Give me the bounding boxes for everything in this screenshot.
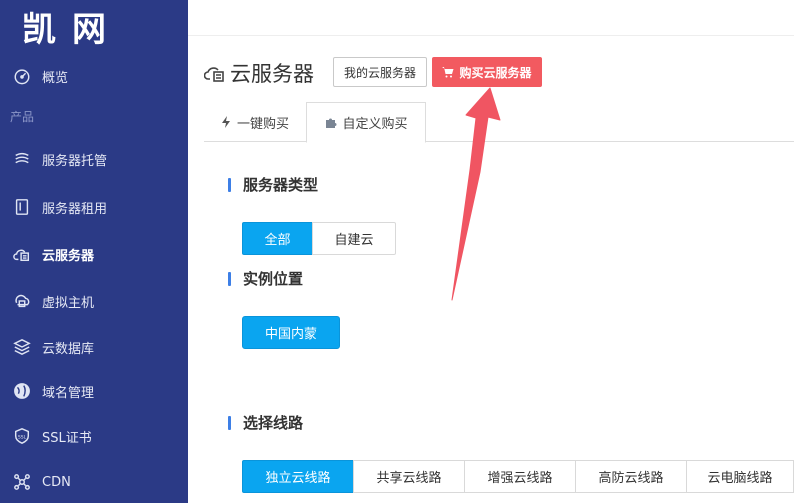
page-header: 云服务器 (204, 58, 314, 88)
option-enhanced-cloud-line[interactable]: 增强云线路 (464, 460, 576, 493)
option-shared-cloud-line[interactable]: 共享云线路 (353, 460, 465, 493)
sidebar-item-overview[interactable]: 概览 (0, 54, 188, 98)
sidebar-item-label: 服务器租用 (42, 201, 108, 217)
cloud-server-icon (204, 67, 224, 82)
option-inner-mongolia[interactable]: 中国内蒙 (242, 316, 340, 349)
sidebar-item-domain[interactable]: 域名管理 (0, 369, 188, 413)
cloud-server-icon (12, 244, 32, 264)
sidebar-item-label: SSL证书 (42, 430, 92, 446)
logo-text: 凯网 (22, 10, 122, 50)
option-ddos-cloud-line[interactable]: 高防云线路 (575, 460, 687, 493)
main-content: 云服务器 我的云服务器 购买云服务器 一键购买 自定义购买 服务器类型 全部 自… (188, 0, 794, 503)
puzzle-icon (326, 118, 337, 128)
section-title-server-type: 服务器类型 (228, 174, 318, 195)
section-title-location: 实例位置 (228, 268, 303, 289)
top-bar (188, 0, 794, 36)
dashboard-icon (12, 66, 32, 86)
section-bar (228, 177, 231, 192)
sidebar-item-database[interactable]: 云数据库 (0, 325, 188, 369)
sidebar-item-label: 虚拟主机 (42, 295, 95, 311)
server-rent-icon (12, 197, 32, 217)
option-dedicated-cloud-line[interactable]: 独立云线路 (242, 460, 354, 493)
tab-one-click-buy[interactable]: 一键购买 (204, 102, 304, 142)
section-bar (228, 271, 231, 286)
option-self-built-cloud[interactable]: 自建云 (312, 222, 396, 255)
sidebar-item-label: 云服务器 (42, 248, 95, 264)
sidebar-item-ssl[interactable]: SSL SSL证书 (0, 414, 188, 458)
section-bar (228, 415, 231, 430)
globe-icon (12, 381, 32, 401)
logo[interactable]: 凯网 (0, 0, 188, 50)
server-hosting-icon (12, 149, 32, 169)
server-type-options: 全部 自建云 (242, 222, 396, 255)
sidebar-item-label: CDN (42, 474, 71, 490)
section-title-line: 选择线路 (228, 412, 303, 433)
location-options: 中国内蒙 (242, 316, 340, 349)
cart-icon (442, 67, 454, 78)
sidebar-item-label: 服务器托管 (42, 153, 108, 169)
option-all[interactable]: 全部 (242, 222, 313, 255)
tab-label: 自定义购买 (342, 117, 408, 132)
section-title-text: 选择线路 (243, 414, 304, 432)
my-cloud-servers-button[interactable]: 我的云服务器 (333, 57, 427, 87)
line-options: 独立云线路 共享云线路 增强云线路 高防云线路 云电脑线路 (242, 460, 794, 493)
sidebar-item-server-rent[interactable]: 服务器租用 (0, 185, 188, 229)
shield-icon: SSL (12, 426, 32, 446)
section-title-text: 服务器类型 (243, 176, 319, 194)
sidebar-item-server-hosting[interactable]: 服务器托管 (0, 137, 188, 181)
tab-label: 一键购买 (236, 116, 289, 132)
option-cloud-pc-line[interactable]: 云电脑线路 (686, 460, 794, 493)
app-window: 凯网 概览 产品 服务器托管 服务器租用 云服务器 虚拟主机 云数据库 域名管理… (0, 0, 794, 503)
sidebar-item-cloud-server[interactable]: 云服务器 (0, 232, 188, 276)
sidebar-item-label: 域名管理 (42, 385, 95, 401)
buy-button-label: 购买云服务器 (459, 65, 532, 80)
buy-cloud-server-button[interactable]: 购买云服务器 (432, 57, 542, 87)
page-title: 云服务器 (230, 62, 314, 86)
sidebar-section-label: 产品 (10, 110, 35, 124)
section-title-text: 实例位置 (243, 270, 304, 288)
tab-custom-buy[interactable]: 自定义购买 (306, 102, 426, 143)
sidebar-item-cdn[interactable]: CDN (0, 460, 188, 503)
sidebar-item-label: 云数据库 (42, 341, 95, 357)
cdn-icon (12, 472, 32, 492)
database-icon (12, 337, 32, 357)
sidebar-item-label: 概览 (42, 70, 69, 86)
svg-text:SSL: SSL (18, 434, 27, 440)
virtual-host-icon (12, 291, 32, 311)
purchase-tabs: 一键购买 自定义购买 (204, 102, 794, 143)
sidebar-item-virtual-host[interactable]: 虚拟主机 (0, 279, 188, 323)
sidebar: 凯网 概览 产品 服务器托管 服务器租用 云服务器 虚拟主机 云数据库 域名管理… (0, 0, 188, 503)
lightning-icon (221, 116, 230, 128)
